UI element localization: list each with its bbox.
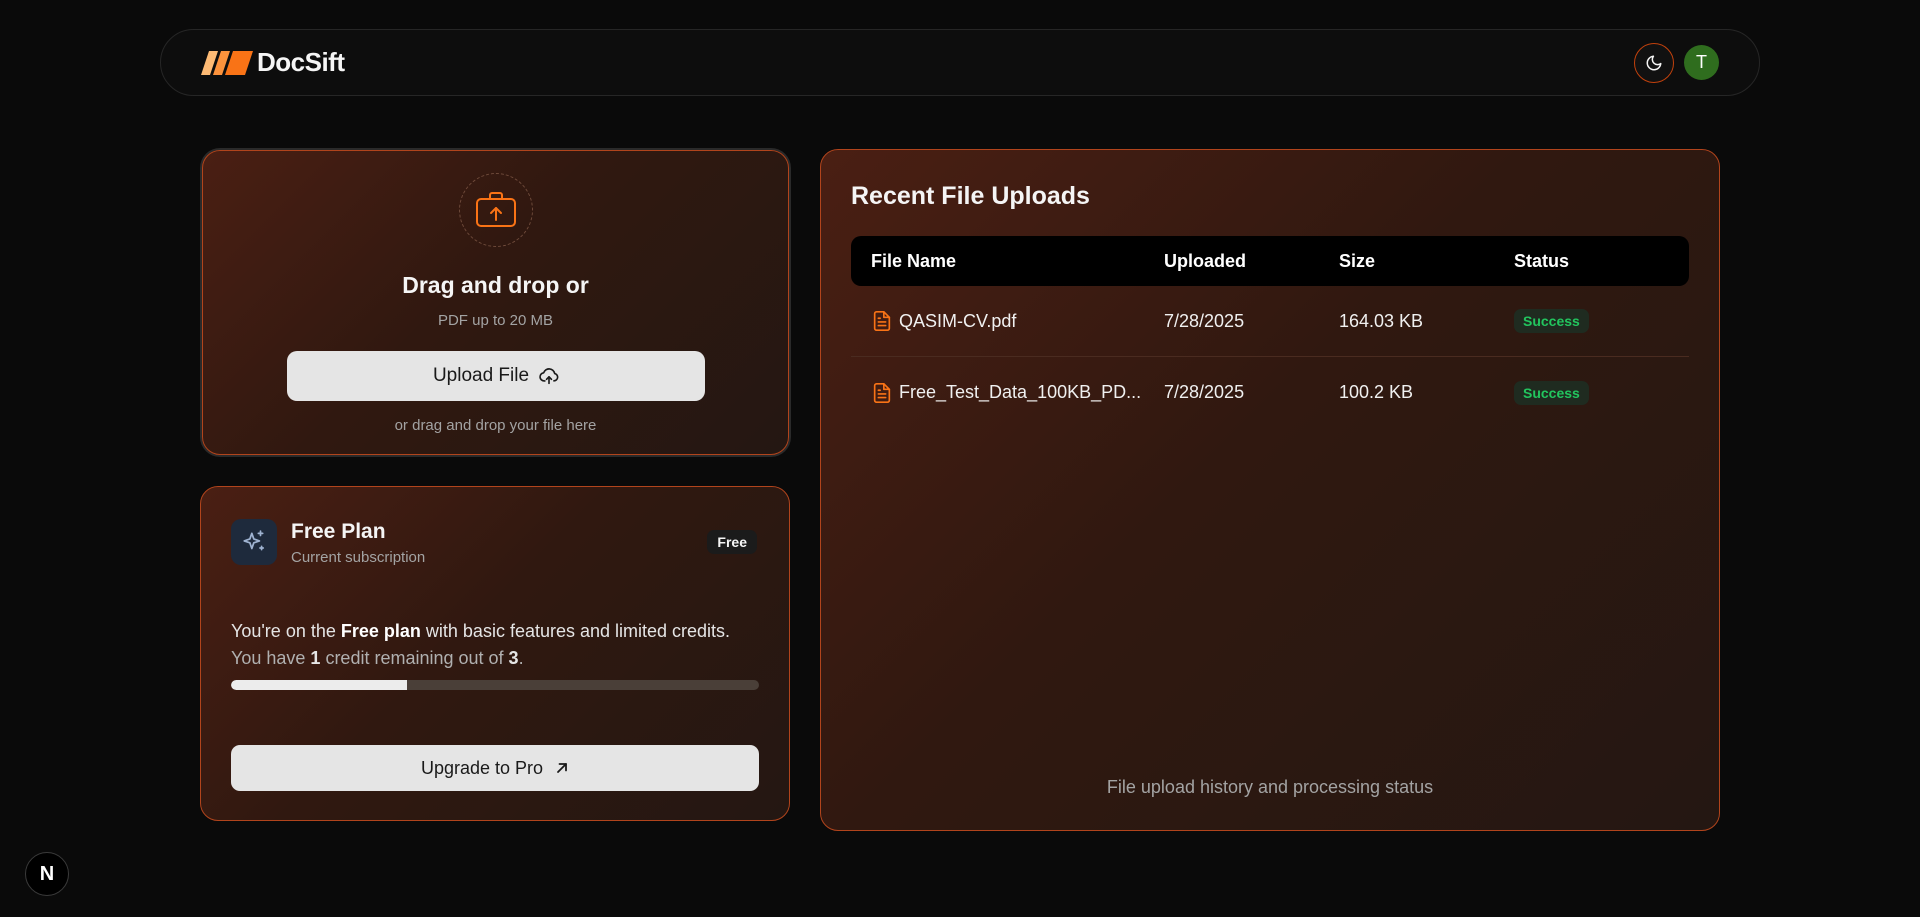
status-badge: Success [1514,309,1589,333]
upload-icon-ring [459,173,533,247]
credits-prefix: You have [231,648,311,668]
user-avatar[interactable]: T [1684,45,1719,80]
plan-description: You're on the Free plan with basic featu… [231,621,730,642]
upgrade-button-label: Upgrade to Pro [420,757,544,778]
column-header-status: Status [1514,250,1570,271]
credits-middle: credit remaining out of [320,648,509,668]
uploaded-date: 7/28/2025 [1164,310,1245,331]
file-name-cell: QASIM-CV.pdf [851,309,1164,333]
status-cell: Success [1514,380,1689,405]
table-row[interactable]: QASIM-CV.pdf 7/28/2025 164.03 KB Success [851,286,1689,357]
sparkles-icon [243,530,265,551]
credits-suffix: . [518,648,524,668]
credits-total-count: 3 [508,648,519,668]
status-cell: Success [1514,309,1689,333]
file-name-cell: Free_Test_Data_100KB_PD... [851,381,1164,405]
credits-progress-fill [231,680,407,690]
nextjs-dev-badge[interactable]: N [25,852,69,896]
top-navbar: DocSift T [160,29,1760,96]
upgrade-to-pro-button[interactable]: Upgrade to Pro [231,745,759,791]
upload-title: Drag and drop or [402,272,589,298]
recent-uploads-title: Recent File Uploads [851,182,1090,210]
file-name: QASIM-CV.pdf [899,310,1017,331]
subscription-card: Free Plan Current subscription Free You'… [200,486,790,821]
credits-progress-bar [231,680,759,690]
plan-icon-tile [231,519,277,565]
file-size: 100.2 KB [1339,382,1414,402]
column-header-uploaded: Uploaded [1164,250,1247,271]
brand-stripes-icon [201,50,253,75]
arrow-up-right-icon [557,763,567,773]
upload-dropzone[interactable]: Drag and drop or PDF up to 20 MB Upload … [202,150,789,455]
plan-badge: Free [707,530,757,554]
status-badge: Success [1514,380,1589,405]
plan-desc-suffix: with basic features and limited credits. [420,621,731,641]
moon-icon [1646,55,1662,70]
brand-name: DocSift [257,47,345,77]
upload-file-button[interactable]: Upload File [287,351,705,401]
file-text-icon [873,311,891,331]
uploaded-date: 7/28/2025 [1164,382,1245,402]
file-text-icon [873,382,891,403]
theme-toggle-button[interactable] [1634,42,1674,83]
brand-logo[interactable]: DocSift [201,47,345,78]
briefcase-upload-icon [476,192,516,227]
upload-drag-hint: or drag and drop your file here [394,417,597,434]
column-header-size: Size [1339,250,1376,271]
column-header-file-name: File Name [871,250,957,271]
plan-name: Free Plan [291,520,386,543]
upload-button-label: Upload File [432,365,530,386]
recent-uploads-card: Recent File Uploads File Name Uploaded S… [820,149,1720,831]
file-size: 164.03 KB [1339,310,1424,331]
plan-desc-prefix: You're on the [231,621,341,641]
plan-desc-bold: Free plan [340,621,421,641]
header-actions: T [1634,42,1719,83]
credits-remaining-count: 1 [310,648,321,668]
file-name: Free_Test_Data_100KB_PD... [899,382,1142,402]
recent-uploads-caption: File upload history and processing statu… [1106,777,1434,797]
credits-remaining-text: You have 1 credit remaining out of 3. [231,648,524,669]
table-row[interactable]: Free_Test_Data_100KB_PD... 7/28/2025 100… [851,357,1689,428]
app-page: DocSift T Drag and drop or PDF up to 20 … [0,0,1920,917]
upload-file-limit: PDF up to 20 MB [437,312,554,329]
uploads-table: File Name Uploaded Size Status QASIM-CV.… [851,236,1689,428]
cloud-upload-icon [539,368,559,385]
plan-subtitle: Current subscription [291,549,426,566]
uploads-table-header: File Name Uploaded Size Status [851,236,1689,286]
